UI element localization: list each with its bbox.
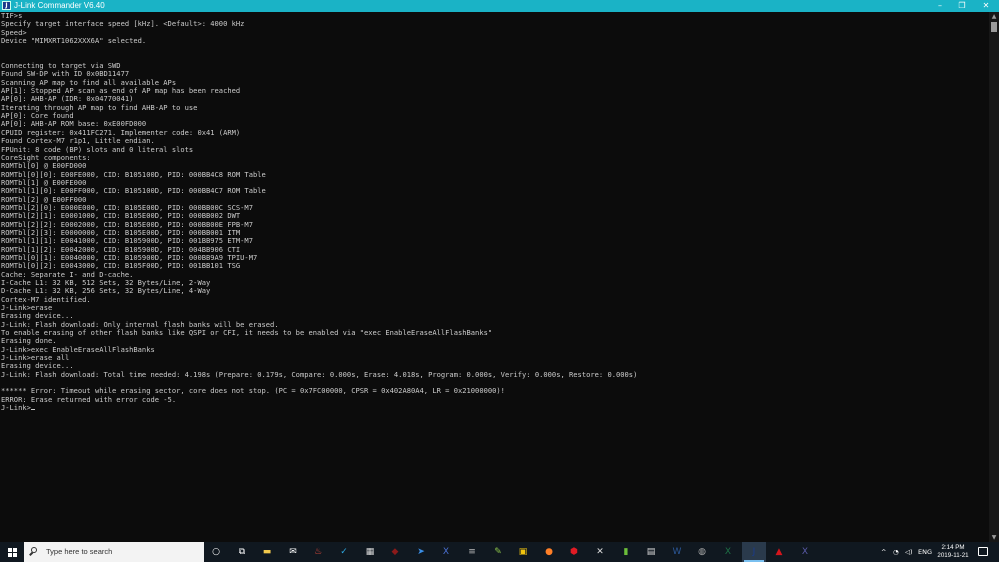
firefox-icon[interactable]: ● bbox=[542, 545, 556, 559]
close-button[interactable]: ✕ bbox=[974, 0, 998, 12]
app-red-cube-icon[interactable]: ⬢ bbox=[567, 545, 581, 559]
console-text: TIF>s Specify target interface speed [kH… bbox=[0, 12, 988, 413]
vertical-scrollbar[interactable]: ▲ ▼ bbox=[989, 12, 999, 542]
app-dark-red-icon[interactable]: ◆ bbox=[388, 545, 402, 559]
scroll-thumb[interactable] bbox=[991, 22, 997, 32]
app-blue-arrow-icon[interactable]: ➤ bbox=[414, 545, 428, 559]
app-yellow-icon[interactable]: ▣ bbox=[516, 545, 530, 559]
windows-logo-icon bbox=[8, 548, 12, 552]
word-icon[interactable]: W bbox=[670, 545, 684, 559]
console-line: Specify target interface speed [kHz]. <D… bbox=[1, 19, 245, 29]
text-cursor bbox=[30, 409, 35, 411]
network-icon[interactable]: ◔ bbox=[893, 542, 899, 562]
file-explorer-icon[interactable]: ▬ bbox=[260, 545, 274, 559]
search-icon bbox=[31, 547, 37, 553]
jlink-icon[interactable]: J bbox=[744, 545, 764, 562]
clock-date: 2019-11-21 bbox=[937, 552, 969, 559]
title-bar[interactable]: J J-Link Commander V6.40 – ❐ ✕ bbox=[0, 0, 999, 12]
start-button[interactable] bbox=[0, 542, 24, 562]
app-doc-icon[interactable]: ▤ bbox=[644, 545, 658, 559]
tools-icon[interactable]: ✕ bbox=[593, 545, 607, 559]
calculator-icon[interactable]: ▦ bbox=[363, 545, 377, 559]
console-line: J-Link: Flash download: Total time neede… bbox=[1, 369, 638, 379]
console-prompt[interactable]: J-Link> bbox=[1, 403, 31, 412]
taskbar-clock[interactable]: 2:14 PM 2019-11-21 bbox=[934, 544, 972, 560]
maximize-button[interactable]: ❐ bbox=[950, 0, 974, 12]
volume-icon[interactable]: ◁) bbox=[905, 542, 913, 562]
scroll-up-icon[interactable]: ▲ bbox=[989, 12, 999, 21]
jlink-app-icon: J bbox=[2, 1, 11, 10]
language-indicator[interactable]: ENG bbox=[918, 542, 932, 562]
acrobat-icon[interactable]: ▲ bbox=[772, 545, 786, 559]
console-line: Device "MIMXRT1062XXX6A" selected. bbox=[1, 36, 147, 46]
app-green-icon[interactable]: ✎ bbox=[491, 545, 505, 559]
excel-icon[interactable]: X bbox=[721, 545, 735, 559]
windows-logo-part bbox=[13, 553, 17, 557]
notification-center-icon[interactable] bbox=[978, 547, 988, 556]
taskbar: Type here to search ○ ⧉ ▬ ✉ ♨ ✓ ▦ ◆ ➤ X ≡ ✎ ▣ ● ⬢ ✕ ▮ ▤ W ◍… bbox=[0, 542, 999, 562]
windows-logo-part bbox=[13, 548, 17, 552]
clock-time: 2:14 PM bbox=[941, 544, 965, 551]
window-title: J-Link Commander V6.40 bbox=[14, 1, 105, 10]
app-red-icon[interactable]: ♨ bbox=[311, 545, 325, 559]
tray-overflow-icon[interactable]: ^ bbox=[881, 542, 886, 562]
app-globe-icon[interactable]: ◍ bbox=[695, 545, 709, 559]
app-x-purple-icon[interactable]: X bbox=[798, 545, 812, 559]
app-x-blue-icon[interactable]: X bbox=[439, 545, 453, 559]
scroll-down-icon[interactable]: ▼ bbox=[989, 533, 999, 542]
cortana-icon[interactable]: ○ bbox=[209, 545, 223, 559]
mail-icon[interactable]: ✉ bbox=[286, 545, 300, 559]
app-stack-icon[interactable]: ≡ bbox=[465, 545, 479, 559]
task-view-icon[interactable]: ⧉ bbox=[235, 545, 249, 559]
windows-logo-part bbox=[8, 553, 12, 557]
taskbar-search-box[interactable]: Type here to search bbox=[24, 542, 204, 562]
console-line: To enable erasing of other flash banks l… bbox=[1, 328, 493, 338]
app-green-doc-icon[interactable]: ▮ bbox=[619, 545, 633, 559]
minimize-button[interactable]: – bbox=[928, 0, 952, 12]
search-placeholder: Type here to search bbox=[46, 547, 113, 556]
app-blue-check-icon[interactable]: ✓ bbox=[337, 545, 351, 559]
console-output[interactable]: TIF>s Specify target interface speed [kH… bbox=[0, 12, 988, 542]
